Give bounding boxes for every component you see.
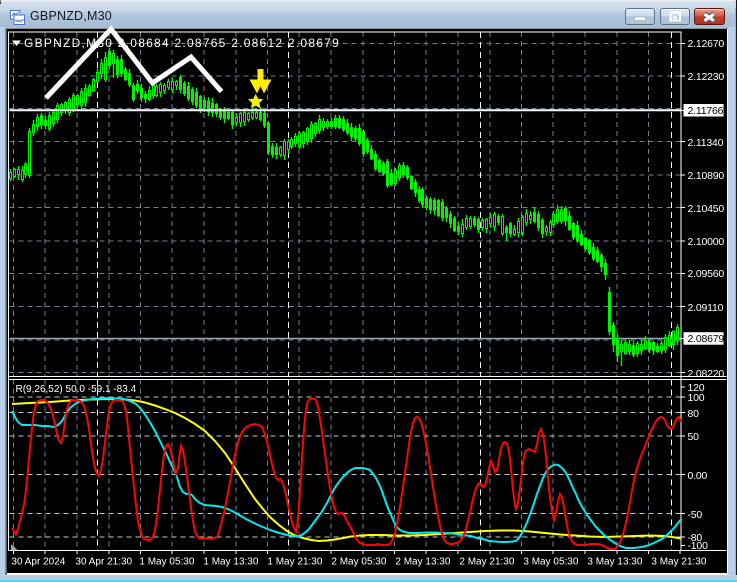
svg-text:1 May 13:30: 1 May 13:30 <box>203 557 258 568</box>
svg-text:-50: -50 <box>688 509 703 521</box>
svg-text:30 Apr 21:30: 30 Apr 21:30 <box>75 557 132 568</box>
svg-text:30 Apr 2024: 30 Apr 2024 <box>11 557 65 568</box>
svg-text:2.10450: 2.10450 <box>688 203 725 215</box>
svg-text:2 May 05:30: 2 May 05:30 <box>331 557 386 568</box>
svg-text:3 May 13:30: 3 May 13:30 <box>587 557 642 568</box>
svg-text:3 May 05:30: 3 May 05:30 <box>523 557 578 568</box>
svg-text:2.12670: 2.12670 <box>688 38 725 50</box>
svg-text:2.10890: 2.10890 <box>688 170 725 182</box>
svg-text:2 May 21:30: 2 May 21:30 <box>459 557 514 568</box>
svg-text:2.09560: 2.09560 <box>688 268 725 280</box>
svg-text:R(9,26,52) 50.0 -59.1 -83.4: R(9,26,52) 50.0 -59.1 -83.4 <box>16 384 137 395</box>
svg-text:2.11766: 2.11766 <box>688 105 724 117</box>
svg-text:2 May 13:30: 2 May 13:30 <box>395 557 450 568</box>
svg-text:2.10000: 2.10000 <box>688 236 725 248</box>
svg-text:2.08679: 2.08679 <box>688 333 725 345</box>
svg-text:-100: -100 <box>688 540 709 552</box>
svg-text:2.11340: 2.11340 <box>688 137 724 149</box>
svg-text:2.12230: 2.12230 <box>688 71 725 83</box>
svg-text:1 May 21:30: 1 May 21:30 <box>267 557 322 568</box>
svg-text:100: 100 <box>688 392 705 404</box>
svg-text:2.08220: 2.08220 <box>688 368 725 380</box>
svg-text:50: 50 <box>688 431 700 443</box>
svg-text:80: 80 <box>688 408 700 420</box>
svg-text:0.00: 0.00 <box>688 470 708 482</box>
svg-text:1 May 05:30: 1 May 05:30 <box>139 557 194 568</box>
svg-text:2.09110: 2.09110 <box>688 302 724 314</box>
svg-text:3 May 21:30: 3 May 21:30 <box>651 557 706 568</box>
svg-text:GBPNZD,M30 2.08684 2.08765 2.0: GBPNZD,M30 2.08684 2.08765 2.08612 2.086… <box>24 36 340 50</box>
